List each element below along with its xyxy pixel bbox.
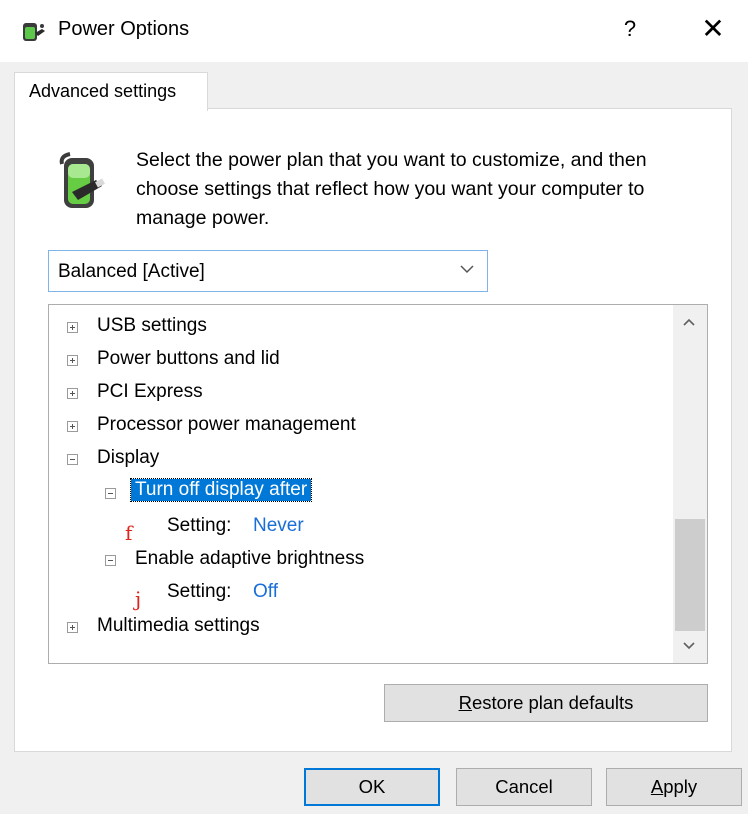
button-label: pply [663,776,698,797]
tree-item-label: Multimedia settings [97,615,260,636]
button-label: estore plan defaults [471,692,634,713]
cancel-button[interactable]: Cancel [456,768,592,806]
scroll-down-icon[interactable] [681,637,697,653]
expand-icon[interactable] [67,322,78,333]
restore-plan-defaults-button[interactable]: Restore plan defaults [384,684,708,722]
tree-item-label: USB settings [97,315,207,336]
battery-plug-icon [59,152,105,208]
tree-item-label: Display [97,447,160,468]
tree-item-label-selected: Turn off display after [129,478,313,502]
tree-item-label: Processor power management [97,414,356,435]
tree-item-label: Power buttons and lid [97,348,280,369]
setting-label: Setting: [167,581,232,602]
settings-tree[interactable]: USB settings Power buttons and lid PCI E… [48,304,708,664]
expand-icon[interactable] [67,622,78,633]
collapse-icon[interactable] [67,454,78,465]
marker-j: j [135,587,142,611]
setting-label: Setting: [167,515,232,536]
apply-button[interactable]: Apply [606,768,742,806]
collapse-icon[interactable] [105,488,116,499]
tab-advanced-settings[interactable]: Advanced settings [14,72,208,111]
window-title: Power Options [58,18,190,40]
ok-button[interactable]: OK [304,768,440,806]
vertical-scrollbar[interactable] [673,305,707,663]
expand-icon[interactable] [67,388,78,399]
close-button[interactable]: ✕ [698,12,728,45]
title-bar: Power Options ? ✕ [0,0,748,62]
power-options-icon [23,23,45,41]
power-plan-dropdown[interactable]: Balanced [Active] [48,250,488,292]
collapse-icon[interactable] [105,555,116,566]
chevron-down-icon [460,265,474,274]
tree-item-label: PCI Express [97,381,203,402]
access-key: A [650,776,664,797]
tree-item-label: Enable adaptive brightness [135,548,365,569]
scrollbar-thumb[interactable] [675,519,705,631]
access-key: R [458,692,472,713]
setting-value[interactable]: Never [253,515,304,537]
marker-f: f [125,521,133,545]
power-plan-value: Balanced [Active] [58,261,205,282]
tab-label: Advanced settings [29,81,177,101]
setting-value[interactable]: Off [253,581,278,603]
expand-icon[interactable] [67,355,78,366]
plan-description: Select the power plan that you want to c… [136,149,647,229]
expand-icon[interactable] [67,421,78,432]
help-button[interactable]: ? [618,16,642,42]
scroll-up-icon[interactable] [681,315,697,331]
